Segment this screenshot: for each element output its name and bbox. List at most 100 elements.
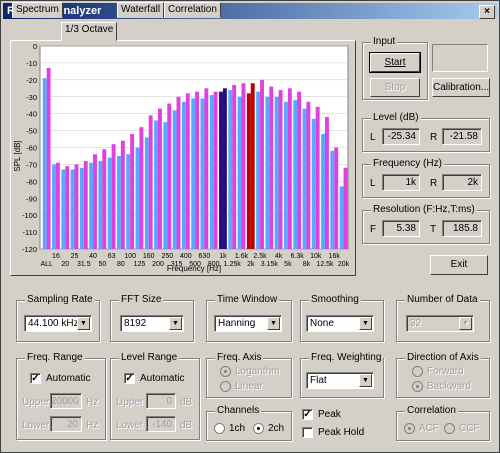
smoothing-select[interactable]: None ▼ xyxy=(306,315,374,332)
bar-l xyxy=(98,161,103,249)
bar-r xyxy=(65,166,70,249)
correlation-ccf-label: CCF xyxy=(459,423,480,434)
channels-label: Channels xyxy=(215,405,262,416)
channels-2ch-radio[interactable] xyxy=(253,423,264,434)
y-tick-label: -60 xyxy=(26,144,37,153)
x-tick-label: 5k xyxy=(284,261,292,268)
peak-hold-checkbox[interactable] xyxy=(302,427,313,438)
bar-l xyxy=(70,169,75,249)
direction-backward-radio[interactable] xyxy=(412,381,423,392)
chevron-down-icon: ▼ xyxy=(267,317,280,330)
octave-bar-chart: 0 -10 -20 -30 -40 -50 -60 -70 -80 -90 -100 -110 -120… xyxy=(13,42,350,273)
bar-r xyxy=(278,89,283,249)
level-l-value: -25.34 xyxy=(382,128,420,145)
tab-waterfall[interactable]: Waterfall xyxy=(117,2,165,18)
bar-l xyxy=(237,96,242,249)
freq-lower-field[interactable]: 20 xyxy=(50,416,82,432)
bar-l xyxy=(135,147,140,249)
x-tick-label: 63 xyxy=(108,253,116,260)
y-tick-label: -10 xyxy=(26,59,37,68)
freq-range-automatic-checkbox[interactable]: ✓ xyxy=(30,373,41,384)
bar-r xyxy=(120,140,125,249)
bar-r xyxy=(195,91,200,249)
tab-spectrum[interactable]: Spectrum xyxy=(12,2,63,18)
freq-upper-field[interactable]: 20000 xyxy=(50,393,82,409)
bar-r xyxy=(343,167,348,249)
x-tick-label: 160 xyxy=(143,253,155,260)
correlation-acf-label: ACF xyxy=(419,423,439,434)
bar-l xyxy=(107,157,112,249)
x-tick-label: 20 xyxy=(61,261,69,268)
y-tick-label: -30 xyxy=(26,93,37,102)
level-range-automatic-label: Automatic xyxy=(140,373,185,384)
channels-1ch-radio[interactable] xyxy=(214,423,225,434)
x-tick-label: 400 xyxy=(180,253,192,260)
freq-axis-linear-label: Linear xyxy=(235,381,263,392)
freq-axis-linear-radio[interactable] xyxy=(220,381,231,392)
time-window-select[interactable]: Hanning ▼ xyxy=(214,315,282,332)
x-tick-label: 12.5k xyxy=(316,261,334,268)
direction-forward-radio[interactable] xyxy=(412,366,423,377)
tab-correlation[interactable]: Correlation xyxy=(164,2,221,18)
y-tick-label: -50 xyxy=(26,127,37,136)
resolution-group-label: Resolution (F:Hz,T:ms) xyxy=(371,204,477,215)
chevron-down-icon: ▼ xyxy=(359,317,372,330)
bar-l xyxy=(219,91,223,249)
x-tick-label: 2.5k xyxy=(253,253,267,260)
x-tick-label: 8k xyxy=(303,261,311,268)
bar-l xyxy=(265,96,270,249)
bar-l xyxy=(172,110,177,250)
level-upper-field[interactable]: 0 xyxy=(146,393,176,409)
freq-weighting-value: Flat xyxy=(310,375,327,386)
channels-1ch-label: 1ch xyxy=(229,423,246,434)
bar-r xyxy=(74,164,79,249)
number-of-data-select[interactable]: 32 ▼ xyxy=(406,315,474,332)
start-button[interactable]: Start xyxy=(369,52,421,73)
freq-weighting-select[interactable]: Flat ▼ xyxy=(306,372,374,389)
calibration-button[interactable]: Calibration... xyxy=(432,78,490,97)
freq-l-label: L xyxy=(370,178,376,189)
bar-l xyxy=(79,167,84,249)
exit-button[interactable]: Exit xyxy=(430,255,488,275)
bar-l xyxy=(339,186,344,249)
title-bar: Realtime Analyzer × xyxy=(3,3,497,19)
x-tick-label: 250 xyxy=(161,253,173,260)
bar-r xyxy=(158,108,162,249)
close-button[interactable]: × xyxy=(479,5,495,19)
level-lower-field[interactable]: -140 xyxy=(146,416,176,432)
freq-range-label: Freq. Range xyxy=(25,352,85,363)
bar-l xyxy=(256,91,261,249)
fft-size-select[interactable]: 8192 ▼ xyxy=(120,315,184,332)
frequency-group-label: Frequency (Hz) xyxy=(371,158,444,169)
peak-checkbox[interactable]: ✓ xyxy=(302,409,313,420)
level-range-automatic-checkbox[interactable]: ✓ xyxy=(124,373,135,384)
bar-l xyxy=(209,95,214,249)
res-t-label: T xyxy=(430,224,437,235)
peak-hold-label: Peak Hold xyxy=(318,427,365,438)
chevron-down-icon: ▼ xyxy=(169,317,182,330)
x-tick-label: 630 xyxy=(199,253,211,260)
bar-r xyxy=(306,101,311,249)
x-tick-label: 125 xyxy=(134,261,146,268)
bar-l xyxy=(321,133,325,249)
x-tick-label: 4k xyxy=(275,253,283,260)
stop-button[interactable]: Stop xyxy=(370,78,420,97)
sampling-rate-select[interactable]: 44.100 kHz ▼ xyxy=(24,315,92,332)
y-axis-label: SPL [dB] xyxy=(13,140,22,171)
level-upper-unit: dB xyxy=(180,397,193,408)
level-group-label: Level (dB) xyxy=(371,112,421,123)
freq-l-value: 1k xyxy=(382,174,420,191)
bar-r xyxy=(250,83,255,249)
correlation-ccf-radio[interactable] xyxy=(444,423,455,434)
x-tick-label: 40 xyxy=(89,253,97,260)
x-tick-label: 16 xyxy=(52,253,60,260)
bar-r xyxy=(297,91,302,249)
bar-r xyxy=(241,83,246,249)
correlation-acf-radio[interactable] xyxy=(404,423,415,434)
x-axis-label: Frequency [Hz] xyxy=(167,264,221,273)
tab-1-3-octave[interactable]: 1/3 Octave xyxy=(61,22,118,41)
freq-axis-logarithm-radio[interactable] xyxy=(220,366,231,377)
bar-r xyxy=(55,162,60,249)
bar-r xyxy=(324,117,329,249)
y-tick-label: -20 xyxy=(26,76,37,85)
